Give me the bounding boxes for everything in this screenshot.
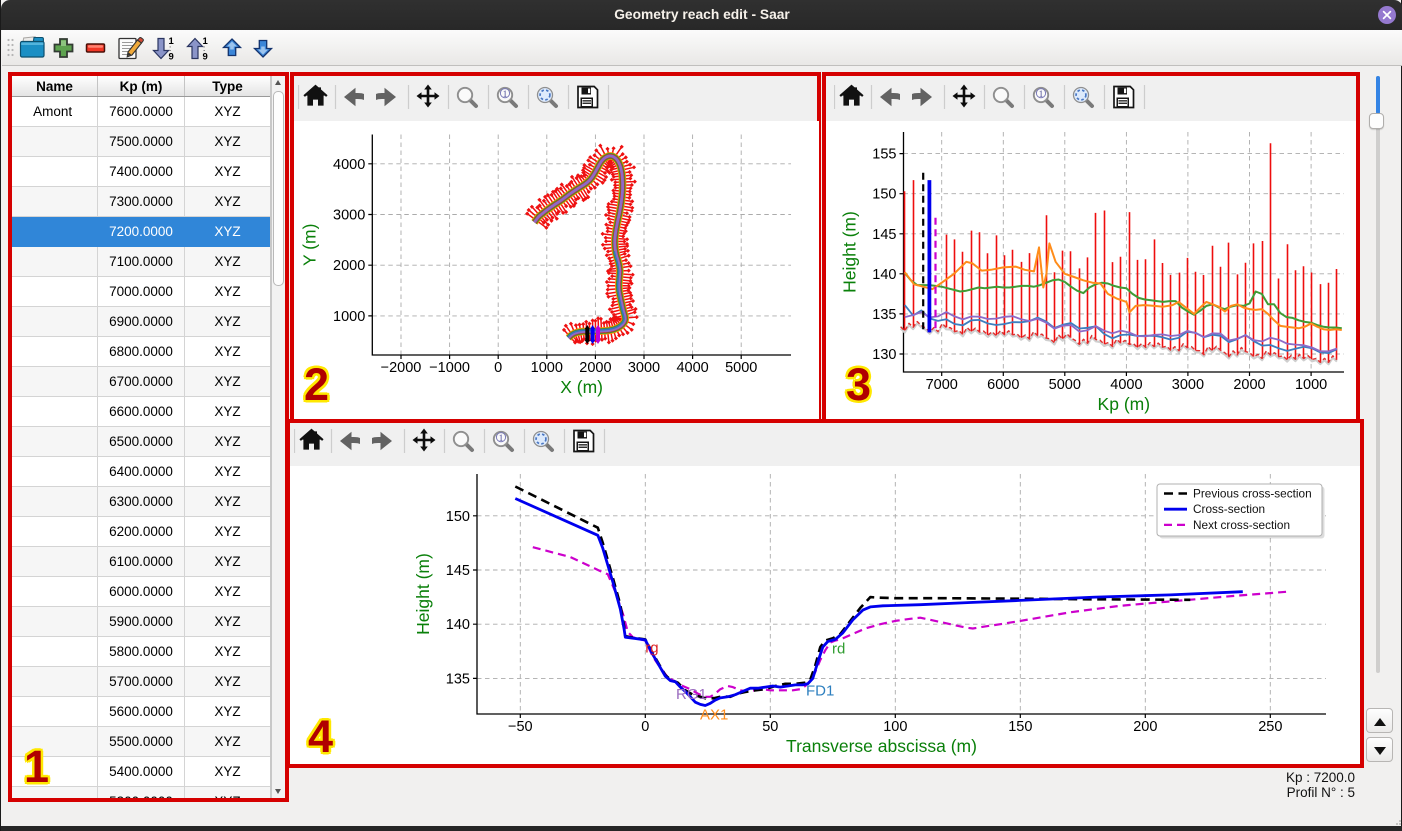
svg-text:RG1: RG1 <box>676 686 707 703</box>
svg-text:130: 130 <box>872 347 896 363</box>
svg-text:150: 150 <box>446 509 470 525</box>
svg-text:5000: 5000 <box>1049 377 1081 393</box>
svg-text:−50: −50 <box>508 719 533 735</box>
svg-text:1: 1 <box>499 434 504 444</box>
svg-text:155: 155 <box>872 147 896 163</box>
svg-text:1000: 1000 <box>531 360 563 376</box>
svg-text:2000: 2000 <box>333 258 365 274</box>
svg-text:2000: 2000 <box>1233 377 1265 393</box>
svg-text:7000: 7000 <box>926 377 958 393</box>
svg-text:Y (m): Y (m) <box>299 224 319 266</box>
svg-text:3000: 3000 <box>1172 377 1204 393</box>
svg-text:5000: 5000 <box>725 360 757 376</box>
svg-text:−1000: −1000 <box>429 360 470 376</box>
svg-text:rd: rd <box>832 641 845 658</box>
svg-text:4000: 4000 <box>676 360 708 376</box>
svg-text:140: 140 <box>446 617 470 633</box>
svg-text:100: 100 <box>883 719 907 735</box>
svg-text:Cross-section: Cross-section <box>1193 502 1265 516</box>
svg-text:1000: 1000 <box>1295 377 1327 393</box>
svg-text:9: 9 <box>169 52 174 63</box>
svg-text:Previous cross-section: Previous cross-section <box>1193 487 1312 501</box>
svg-text:3000: 3000 <box>628 360 660 376</box>
svg-text:4000: 4000 <box>1110 377 1142 393</box>
svg-text:3000: 3000 <box>333 208 365 224</box>
svg-text:Next cross-section: Next cross-section <box>1193 518 1290 532</box>
svg-text:0: 0 <box>494 360 502 376</box>
svg-text:4000: 4000 <box>333 157 365 173</box>
svg-text:145: 145 <box>872 227 896 243</box>
svg-text:AX1: AX1 <box>700 707 728 724</box>
svg-text:X (m): X (m) <box>560 377 603 397</box>
svg-text:150: 150 <box>1008 719 1032 735</box>
svg-text:Kp (m): Kp (m) <box>1098 394 1151 414</box>
svg-text:FD1: FD1 <box>806 683 834 700</box>
svg-text:140: 140 <box>872 267 896 283</box>
svg-text:250: 250 <box>1258 719 1282 735</box>
svg-text:1: 1 <box>503 90 508 100</box>
svg-text:Height (m): Height (m) <box>840 211 860 293</box>
svg-text:1000: 1000 <box>333 309 365 325</box>
svg-text:9: 9 <box>203 52 208 63</box>
svg-text:135: 135 <box>446 671 470 687</box>
svg-text:−2000: −2000 <box>381 360 422 376</box>
svg-text:135: 135 <box>872 307 896 323</box>
svg-text:2000: 2000 <box>579 360 611 376</box>
svg-text:200: 200 <box>1133 719 1157 735</box>
svg-text:rg: rg <box>645 639 658 656</box>
svg-text:0: 0 <box>641 719 649 735</box>
svg-text:145: 145 <box>446 563 470 579</box>
svg-text:Height (m): Height (m) <box>413 553 433 635</box>
svg-text:150: 150 <box>872 187 896 203</box>
svg-text:1: 1 <box>1039 90 1044 100</box>
svg-text:6000: 6000 <box>987 377 1019 393</box>
svg-text:50: 50 <box>762 719 778 735</box>
svg-text:Transverse abscissa (m): Transverse abscissa (m) <box>786 736 977 756</box>
